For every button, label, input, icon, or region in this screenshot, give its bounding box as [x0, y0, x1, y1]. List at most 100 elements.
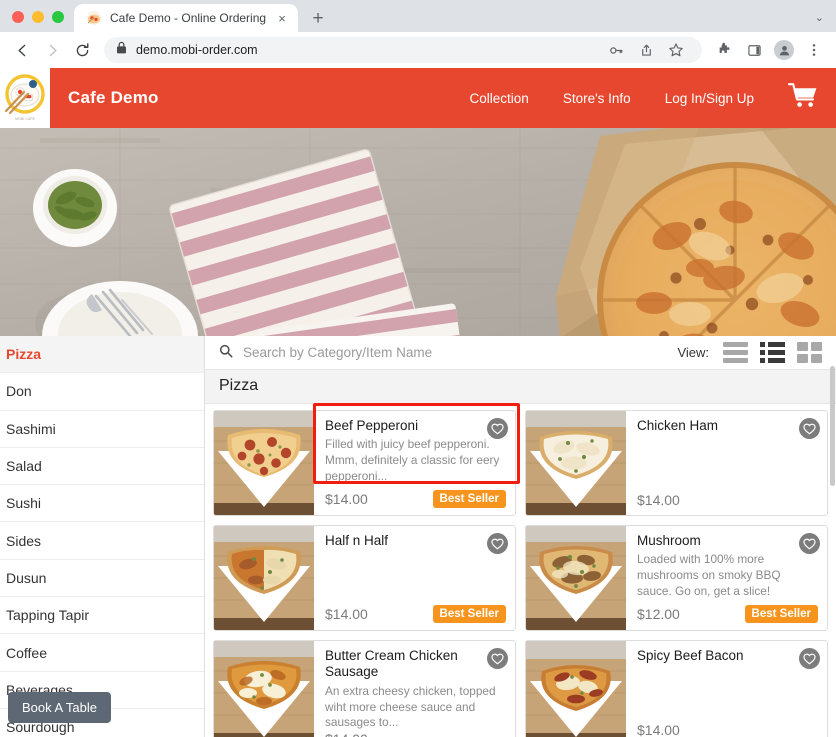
bookmark-star-icon[interactable]: [662, 36, 690, 64]
sidebar-item-sides[interactable]: Sides: [0, 522, 204, 560]
browser-chrome: Cafe Demo - Online Ordering × + ⌄ demo.m…: [0, 0, 836, 68]
menu-item-footer: $14.00: [637, 492, 818, 515]
menu-item-price: $14.00: [325, 491, 368, 507]
address-bar[interactable]: demo.mobi-order.com: [104, 37, 702, 63]
extensions-icon[interactable]: [710, 36, 738, 64]
search-toolbar: View:: [205, 336, 836, 370]
sidebar-item-sashimi[interactable]: Sashimi: [0, 411, 204, 448]
view-option-list[interactable]: [723, 342, 748, 363]
detail-row: [760, 350, 785, 355]
share-icon[interactable]: [632, 36, 660, 64]
book-a-table-button[interactable]: Book A Table: [8, 692, 111, 723]
sidebar-item-pizza[interactable]: Pizza: [0, 336, 204, 374]
view-label: View:: [677, 345, 709, 360]
menu-item-card[interactable]: Mushroom Loaded with 100% more mushrooms…: [525, 525, 828, 631]
tab-close-icon[interactable]: ×: [274, 12, 290, 25]
tab-strip: Cafe Demo - Online Ordering × + ⌄: [0, 0, 836, 32]
sidebar-item-dusun[interactable]: Dusun: [0, 560, 204, 598]
menu-item-body: Butter Cream Chicken Sausage An extra ch…: [314, 641, 515, 737]
site-logo[interactable]: MOBI CAFE: [0, 68, 52, 128]
forward-icon[interactable]: [38, 36, 66, 64]
nav-item-collection[interactable]: Collection: [470, 91, 529, 106]
sidebar-item-coffee[interactable]: Coffee: [0, 634, 204, 672]
close-window-button[interactable]: [12, 11, 24, 23]
menu-item-body: Spicy Beef Bacon $14.00: [626, 641, 827, 737]
menu-item-card[interactable]: Butter Cream Chicken Sausage An extra ch…: [213, 640, 516, 737]
nav-item-login-signup[interactable]: Log In/Sign Up: [665, 91, 754, 106]
cafe-favicon: [86, 10, 102, 26]
spicy-beef-bacon-pizza-photo: [526, 641, 626, 737]
menu-item-card[interactable]: Chicken Ham $14.00: [525, 410, 828, 516]
menu-item-card[interactable]: Spicy Beef Bacon $14.00: [525, 640, 828, 737]
favorite-heart-icon[interactable]: [799, 648, 820, 669]
browser-tab[interactable]: Cafe Demo - Online Ordering ×: [74, 4, 299, 32]
butter-cream-chicken-sausage-pizza-photo: [214, 641, 314, 737]
favorite-heart-icon[interactable]: [487, 418, 508, 439]
cart-icon[interactable]: [787, 82, 818, 114]
new-tab-button[interactable]: +: [304, 4, 332, 32]
menu-item-description: Filled with juicy beef pepperoni. Mmm, d…: [325, 437, 500, 483]
best-seller-badge: Best Seller: [432, 490, 506, 508]
menu-item-footer: $14.00: [637, 722, 818, 737]
site-nav: Collection Store's Info Log In/Sign Up: [470, 82, 836, 114]
menu-item-price: $14.00: [325, 606, 368, 622]
nav-item-stores-info[interactable]: Store's Info: [563, 91, 631, 106]
half-n-half-pizza-photo: [214, 526, 314, 630]
view-option-grid[interactable]: [797, 342, 822, 363]
favorite-heart-icon[interactable]: [799, 533, 820, 554]
tab-search-chevron-down-icon[interactable]: ⌄: [815, 11, 836, 32]
window-traffic-lights: [8, 11, 74, 32]
view-option-detail-list[interactable]: [760, 342, 785, 363]
key-icon[interactable]: [602, 36, 630, 64]
list-bar: [723, 350, 748, 355]
menu-item-body: Mushroom Loaded with 100% more mushrooms…: [626, 526, 827, 630]
tab-title: Cafe Demo - Online Ordering: [110, 11, 267, 25]
sidebar-item-tapping-tapir[interactable]: Tapping Tapir: [0, 597, 204, 635]
omnibox-actions: [602, 36, 690, 64]
menu-scrollbar[interactable]: [829, 336, 836, 737]
chrome-menu-icon[interactable]: [800, 36, 828, 64]
category-sidebar: Pizza Don Sashimi Salad Sushi Sides Dusu…: [0, 336, 205, 737]
menu-scrollbar-thumb[interactable]: [830, 366, 835, 486]
list-bar: [723, 342, 748, 347]
menu-item-body: Chicken Ham $14.00: [626, 411, 827, 515]
reload-icon[interactable]: [68, 36, 96, 64]
menu-item-price: $14.00: [637, 722, 680, 737]
menu-item-card[interactable]: Half n Half $14.00 Best Seller: [213, 525, 516, 631]
lock-icon: [116, 41, 127, 59]
address-bar-url: demo.mobi-order.com: [136, 43, 258, 57]
pepperoni-pizza-photo: [214, 411, 314, 515]
sidebar-item-sushi[interactable]: Sushi: [0, 485, 204, 523]
best-seller-badge: Best Seller: [432, 605, 506, 623]
sidebar-item-salad[interactable]: Salad: [0, 448, 204, 486]
sidebar-item-don[interactable]: Don: [0, 373, 204, 411]
menu-item-description: Loaded with 100% more mushrooms on smoky…: [637, 552, 781, 598]
menu-item-name: Spicy Beef Bacon: [637, 648, 744, 663]
section-title: Pizza: [205, 370, 836, 404]
menu-item-name: Half n Half: [325, 533, 389, 548]
svg-text:MOBI CAFE: MOBI CAFE: [15, 117, 35, 121]
menu-item-name: Butter Cream Chicken Sausage: [325, 648, 458, 680]
menu-item-price: $12.00: [637, 606, 680, 622]
favorite-heart-icon[interactable]: [487, 533, 508, 554]
favorite-heart-icon[interactable]: [799, 418, 820, 439]
menu-item-price: $14.00: [637, 492, 680, 508]
page-content: Pizza Don Sashimi Salad Sushi Sides Dusu…: [0, 336, 836, 737]
menu-item-description: An extra cheesy chicken, topped wiht mor…: [325, 683, 496, 730]
minimize-window-button[interactable]: [32, 11, 44, 23]
browser-toolbar: demo.mobi-order.com: [0, 32, 836, 68]
menu-panel: View: Pizza: [205, 336, 836, 737]
maximize-window-button[interactable]: [52, 11, 64, 23]
search-input[interactable]: [243, 345, 678, 360]
chicken-ham-pizza-photo: [526, 411, 626, 515]
menu-item-footer: $14.00: [325, 731, 506, 737]
side-panel-icon[interactable]: [740, 36, 768, 64]
hero-banner-image: [0, 128, 836, 336]
cafe-logo-icon: MOBI CAFE: [4, 74, 45, 121]
menu-item-card[interactable]: Beef Pepperoni Filled with juicy beef pe…: [213, 410, 516, 516]
view-switcher: View:: [677, 342, 822, 363]
favorite-heart-icon[interactable]: [487, 648, 508, 669]
profile-avatar-icon[interactable]: [770, 36, 798, 64]
back-icon[interactable]: [8, 36, 36, 64]
menu-item-footer: $14.00 Best Seller: [325, 605, 506, 630]
